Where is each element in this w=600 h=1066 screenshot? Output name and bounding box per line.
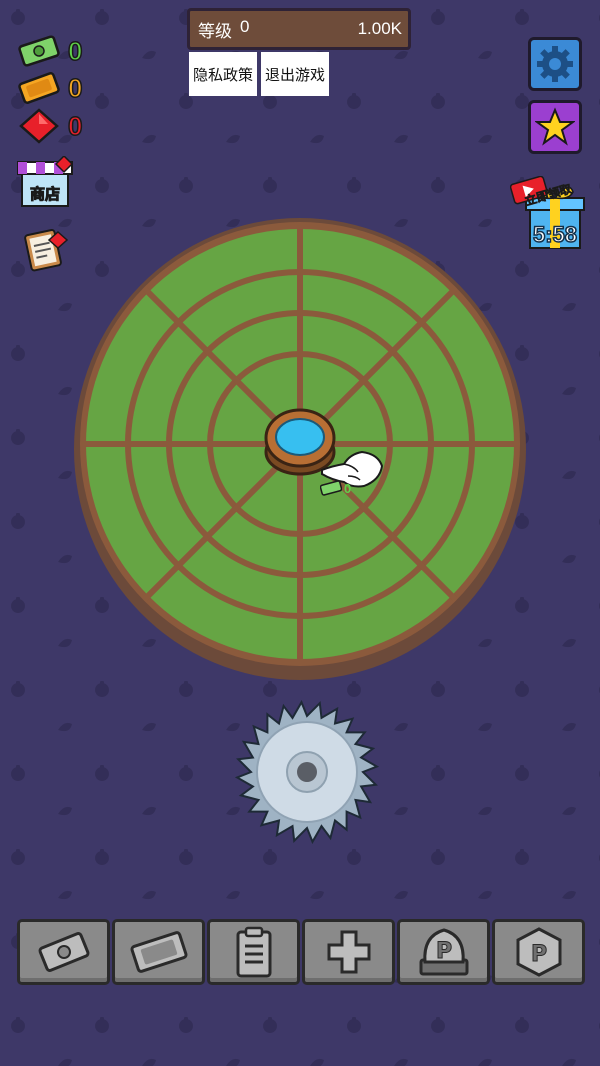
gem-icon (19, 108, 59, 144)
svg-text:P: P (435, 939, 451, 964)
clipboard-icon (24, 229, 69, 272)
cash-value: 0 (67, 35, 83, 67)
cash-icon (18, 35, 60, 67)
clipboard-icon (236, 926, 271, 978)
privacy-policy-button[interactable]: 隐私政策 (189, 52, 257, 96)
ticket-icon (18, 72, 60, 104)
cash-icon (38, 932, 89, 972)
cash-counter: 0 (18, 34, 83, 68)
tool-ticket-button[interactable] (112, 919, 205, 985)
exit-game-button[interactable]: 退出游戏 (261, 52, 329, 96)
ticket-icon (129, 931, 188, 973)
ticket-value: 0 (67, 72, 83, 104)
svg-text:P: P (530, 942, 546, 967)
level-value: 0 (240, 16, 250, 36)
tool-plus-button[interactable] (302, 919, 395, 985)
star-icon (535, 107, 575, 146)
saw-blade-icon[interactable] (235, 700, 379, 844)
level-bar: 等级 0 1.00K (187, 8, 411, 50)
shop-label: 商店 (29, 186, 60, 204)
p-hexagon-icon: P (516, 927, 561, 977)
settings-button[interactable] (528, 37, 582, 91)
ticket-counter: 0 (18, 71, 83, 105)
plus-icon (327, 930, 370, 974)
gear-icon (537, 46, 573, 82)
cash-icon (320, 480, 342, 496)
farm-field[interactable] (70, 212, 530, 682)
level-label: 等级 (198, 21, 232, 41)
bottom-toolbar: P P (17, 919, 585, 985)
tool-cash-button[interactable] (17, 919, 110, 985)
gift-timer: 5:58 (532, 221, 578, 248)
p-stone-icon: P (419, 928, 468, 976)
coin-popup: 0 (320, 480, 351, 496)
tool-p-stone-button[interactable]: P (397, 919, 490, 985)
favorites-button[interactable] (528, 100, 582, 154)
gem-value: 0 (67, 110, 83, 142)
quest-button[interactable] (24, 226, 69, 272)
coin-popup-value: 0 (344, 480, 352, 496)
tool-clipboard-button[interactable] (207, 919, 300, 985)
gem-counter: 0 (18, 108, 83, 144)
tool-p-hexagon-button[interactable]: P (492, 919, 585, 985)
money-total: 1.00K (357, 19, 402, 38)
shop-button[interactable]: 商店 (16, 154, 74, 210)
